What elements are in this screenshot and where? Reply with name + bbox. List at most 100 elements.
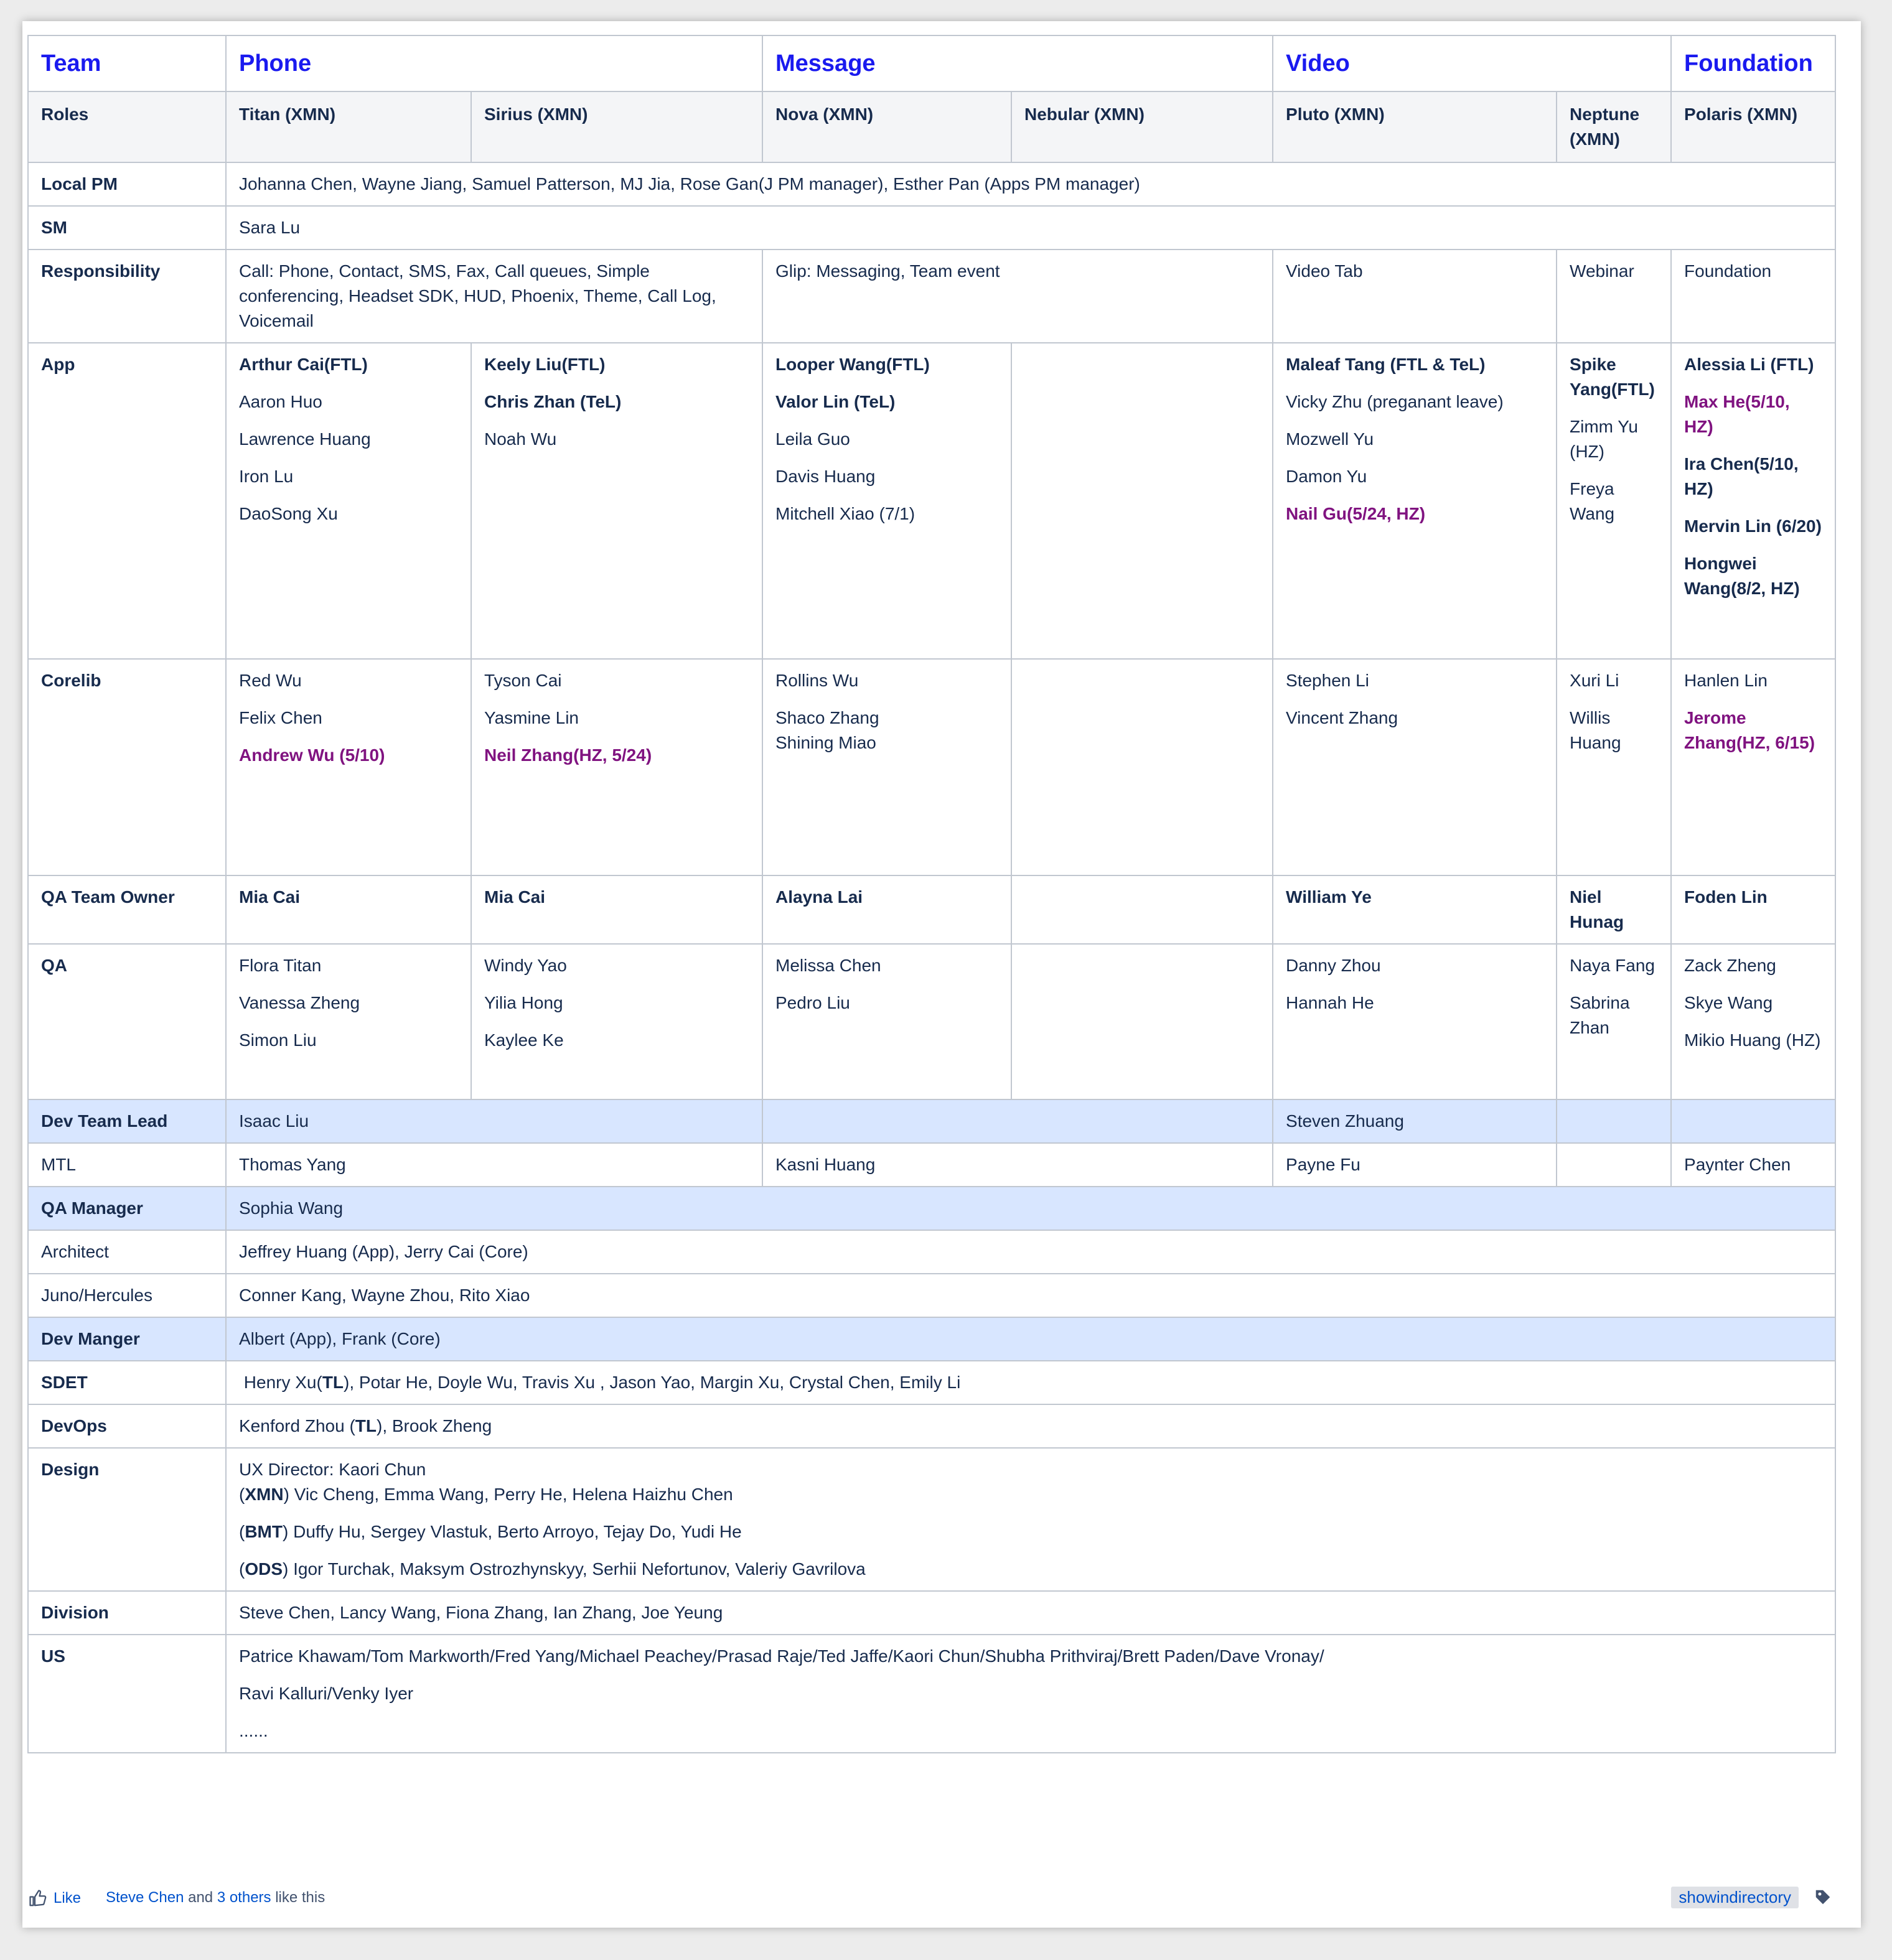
devops-row: DevOps Kenford Zhou (TL), Brook Zheng xyxy=(27,1404,1837,1449)
responsibility-phone: Call: Phone, Contact, SMS, Fax, Call que… xyxy=(225,249,763,343)
mtl-phone: Thomas Yang xyxy=(225,1142,763,1187)
role-polaris: Polaris (XMN) xyxy=(1670,91,1837,163)
member-name: DaoSong Xu xyxy=(239,504,338,523)
foundation-header-label: Foundation xyxy=(1684,50,1813,77)
member-name: Stephen Li xyxy=(1286,671,1369,690)
sm-label: SM xyxy=(27,205,227,250)
mtl-neptune xyxy=(1556,1142,1672,1187)
liker-link[interactable]: Steve Chen xyxy=(106,1889,184,1906)
design-ods: (ODS) Igor Turchak, Maksym Ostrozhynskyy… xyxy=(239,1559,866,1579)
member-name: Zack Zheng xyxy=(1684,956,1776,975)
video-header-label: Video xyxy=(1286,50,1350,77)
qa-manager-value: Sophia Wang xyxy=(225,1186,1837,1231)
tag-icon[interactable] xyxy=(1814,1888,1832,1906)
member-name: Vincent Zhang xyxy=(1286,708,1398,727)
sm-row: SM Sara Lu xyxy=(27,205,1837,250)
design-ods-names: Igor Turchak, Maksym Ostrozhynskyy, Serh… xyxy=(288,1559,866,1579)
member-name: Mitchell Xiao (7/1) xyxy=(775,504,916,523)
qa-polaris: Zack Zheng Skye Wang Mikio Huang (HZ) xyxy=(1670,943,1837,1100)
member-name: Maleaf Tang (FTL & TeL) xyxy=(1286,355,1486,374)
member-name: Hannah He xyxy=(1286,993,1374,1012)
member-name: Simon Liu xyxy=(239,1030,317,1050)
sdet-first: Henry Xu( xyxy=(243,1373,322,1392)
qa-sirius: Windy Yao Yilia Hong Kaylee Ke xyxy=(471,943,763,1100)
member-name: Flora Titan xyxy=(239,956,322,975)
header-row: Team Phone Message Video Foundation xyxy=(27,35,1837,92)
design-xmn-tag: XMN xyxy=(245,1485,284,1504)
design-row: Design UX Director: Kaori Chun (XMN) Vic… xyxy=(27,1447,1837,1592)
role-nebular: Nebular (XMN) xyxy=(1010,91,1274,163)
likers-summary: Steve Chen and 3 others like this xyxy=(106,1889,325,1906)
app-sirius: Keely Liu(FTL) Chris Zhan (TeL) Noah Wu xyxy=(471,342,763,660)
qa-label: QA xyxy=(27,943,227,1100)
member-name: Keely Liu(FTL) xyxy=(484,355,606,374)
header-team: Team xyxy=(27,35,227,92)
member-name: Damon Yu xyxy=(1286,467,1367,486)
mtl-video: Payne Fu xyxy=(1272,1142,1558,1187)
design-value: UX Director: Kaori Chun (XMN) Vic Cheng,… xyxy=(225,1447,1837,1592)
qa-titan: Flora Titan Vanessa Zheng Simon Liu xyxy=(225,943,472,1100)
team-header-label: Team xyxy=(41,50,101,77)
responsibility-message: Glip: Messaging, Team event xyxy=(761,249,1274,343)
architect-label: Architect xyxy=(27,1230,227,1274)
message-header-label: Message xyxy=(775,50,876,77)
us-label: US xyxy=(27,1634,227,1753)
juno-row: Juno/Hercules Conner Kang, Wayne Zhou, R… xyxy=(27,1273,1837,1318)
devops-rest: ), Brook Zheng xyxy=(377,1416,492,1435)
header-phone: Phone xyxy=(225,35,763,92)
member-name: Yilia Hong xyxy=(484,993,563,1012)
member-name: Valor Lin (TeL) xyxy=(775,392,896,411)
architect-value: Jeffrey Huang (App), Jerry Cai (Core) xyxy=(225,1230,1837,1274)
design-label: Design xyxy=(27,1447,227,1592)
role-sirius: Sirius (XMN) xyxy=(471,91,763,163)
member-name: Pedro Liu xyxy=(775,993,850,1012)
member-name: Spike Yang(FTL) xyxy=(1570,355,1655,399)
member-name: Nail Gu(5/24, HZ) xyxy=(1286,504,1426,523)
role-titan: Titan (XMN) xyxy=(225,91,472,163)
corelib-nebular xyxy=(1010,658,1274,876)
member-name: Mozwell Yu xyxy=(1286,429,1374,449)
devops-value: Kenford Zhou (TL), Brook Zheng xyxy=(225,1404,1837,1449)
division-value: Steve Chen, Lancy Wang, Fiona Zhang, Ian… xyxy=(225,1590,1837,1635)
dev-team-lead-video: Steven Zhuang xyxy=(1272,1099,1558,1144)
dev-team-lead-neptune xyxy=(1556,1099,1672,1144)
member-name: Sabrina Zhan xyxy=(1570,993,1630,1037)
page-sheet: Team Phone Message Video Foundation Role… xyxy=(22,21,1861,1928)
design-bmt-names: Duffy Hu, Sergey Vlastuk, Berto Arroyo, … xyxy=(288,1522,742,1541)
member-name: Vanessa Zheng xyxy=(239,993,360,1012)
member-name: Xuri Li xyxy=(1570,671,1619,690)
member-name: Vicky Zhu (preganant leave) xyxy=(1286,392,1504,411)
like-button[interactable]: Like xyxy=(29,1889,81,1908)
corelib-titan: Red Wu Felix Chen Andrew Wu (5/10) xyxy=(225,658,472,876)
design-director: UX Director: Kaori Chun xyxy=(239,1460,426,1479)
and-text: and xyxy=(184,1889,217,1906)
mtl-row: MTL Thomas Yang Kasni Huang Payne Fu Pay… xyxy=(27,1142,1837,1187)
devops-tl: TL xyxy=(355,1416,377,1435)
member-name: Willis Huang xyxy=(1570,708,1621,752)
us-row: US Patrice Khawam/Tom Markworth/Fred Yan… xyxy=(27,1634,1837,1753)
roles-row: Roles Titan (XMN) Sirius (XMN) Nova (XMN… xyxy=(27,91,1837,163)
member-name: Looper Wang(FTL) xyxy=(775,355,930,374)
label-showindirectory[interactable]: showindirectory xyxy=(1671,1887,1799,1908)
member-name: Hanlen Lin xyxy=(1684,671,1768,690)
role-neptune: Neptune (XMN) xyxy=(1556,91,1672,163)
others-link[interactable]: 3 others xyxy=(217,1889,271,1906)
roles-label: Roles xyxy=(27,91,227,163)
app-nebular xyxy=(1010,342,1274,660)
design-xmn-names: Vic Cheng, Emma Wang, Perry He, Helena H… xyxy=(289,1485,733,1504)
dev-team-lead-label: Dev Team Lead xyxy=(27,1099,227,1144)
member-name: Windy Yao xyxy=(484,956,567,975)
devops-label: DevOps xyxy=(27,1404,227,1449)
member-name: Mikio Huang (HZ) xyxy=(1684,1030,1821,1050)
member-name: Lawrence Huang xyxy=(239,429,371,449)
us-line: ...... xyxy=(239,1721,268,1740)
member-name: Freya Wang xyxy=(1570,479,1615,523)
us-value: Patrice Khawam/Tom Markworth/Fred Yang/M… xyxy=(225,1634,1837,1753)
member-name: Naya Fang xyxy=(1570,956,1655,975)
corelib-label: Corelib xyxy=(27,658,227,876)
corelib-neptune: Xuri Li Willis Huang xyxy=(1556,658,1672,876)
qa-pluto: Danny Zhou Hannah He xyxy=(1272,943,1558,1100)
responsibility-foundation: Foundation xyxy=(1670,249,1837,343)
qa-owner-polaris: Foden Lin xyxy=(1670,875,1837,945)
